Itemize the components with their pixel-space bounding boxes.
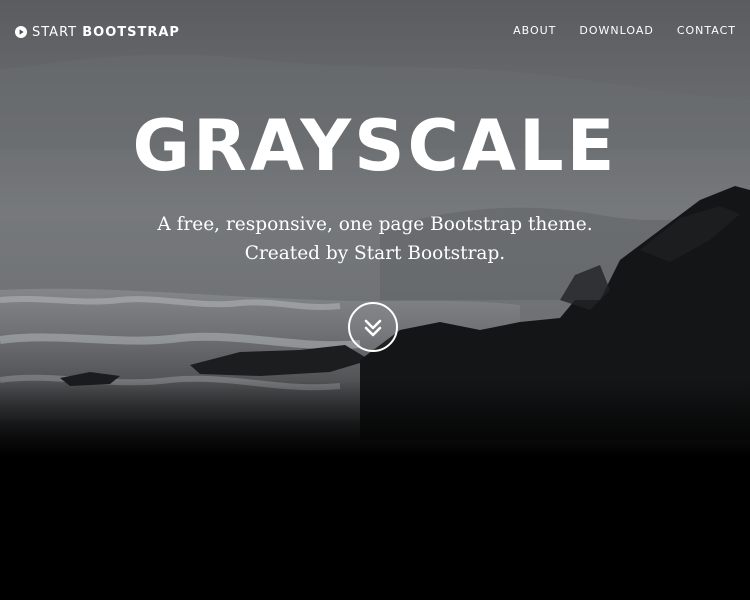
brand-link[interactable]: START BOOTSTRAP bbox=[15, 22, 180, 42]
scroll-down-button[interactable] bbox=[348, 302, 398, 352]
brand-name: START BOOTSTRAP bbox=[32, 25, 180, 40]
double-chevron-down-icon bbox=[364, 319, 382, 337]
hero-subtitle-line-1: A free, responsive, one page Bootstrap t… bbox=[157, 214, 593, 235]
hero-subtitle-line-2: Created by Start Bootstrap. bbox=[244, 243, 506, 264]
hero-subtitle: A free, responsive, one page Bootstrap t… bbox=[0, 210, 750, 268]
top-navbar: START BOOTSTRAP ABOUT DOWNLOAD CONTACT bbox=[0, 0, 750, 64]
hero-title: GRAYSCALE bbox=[132, 105, 618, 187]
nav-link-contact[interactable]: CONTACT bbox=[677, 24, 736, 37]
brand-text-light: START bbox=[32, 24, 78, 40]
play-circle-icon bbox=[15, 26, 27, 38]
nav-link-about[interactable]: ABOUT bbox=[513, 24, 556, 37]
hero-section: START BOOTSTRAP ABOUT DOWNLOAD CONTACT G… bbox=[0, 0, 750, 600]
page: START BOOTSTRAP ABOUT DOWNLOAD CONTACT G… bbox=[0, 0, 750, 600]
brand-text-bold: BOOTSTRAP bbox=[82, 24, 180, 40]
nav-links: ABOUT DOWNLOAD CONTACT bbox=[490, 24, 736, 37]
nav-link-download[interactable]: DOWNLOAD bbox=[579, 24, 653, 37]
hero-background-image bbox=[0, 0, 750, 600]
